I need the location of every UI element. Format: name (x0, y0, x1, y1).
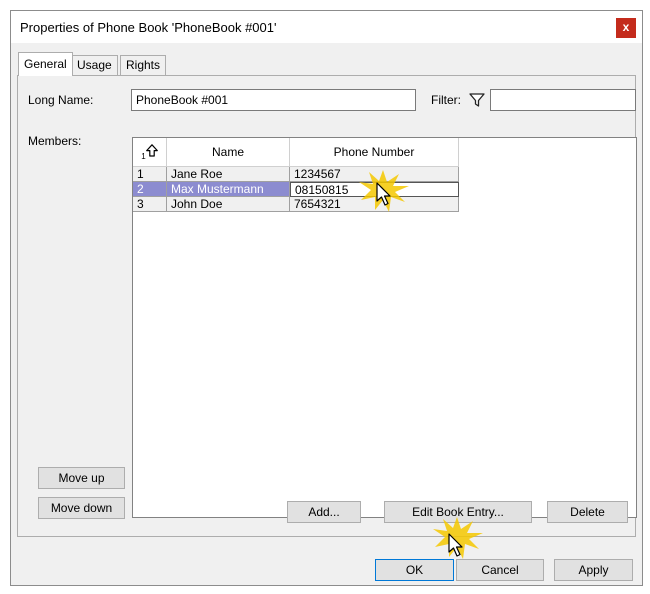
members-grid[interactable]: 1 Name Phone Number 1 Jane Roe 1234567 2… (132, 137, 637, 518)
column-header-name[interactable]: Name (167, 138, 290, 167)
row-3-index[interactable]: 3 (133, 197, 167, 212)
delete-button[interactable]: Delete (547, 501, 628, 523)
close-button[interactable]: x (616, 18, 636, 38)
dialog-title: Properties of Phone Book 'PhoneBook #001… (20, 20, 277, 35)
row-2-index[interactable]: 2 (133, 182, 167, 197)
apply-button[interactable]: Apply (554, 559, 633, 581)
row-1-name[interactable]: Jane Roe (167, 167, 290, 182)
mouse-pointer-icon (376, 182, 391, 206)
ok-button[interactable]: OK (375, 559, 454, 581)
long-name-input[interactable]: PhoneBook #001 (131, 89, 416, 111)
sort-ascending-icon (145, 144, 158, 157)
funnel-icon[interactable] (469, 92, 485, 108)
move-down-button[interactable]: Move down (38, 497, 125, 519)
phone-book-properties-dialog: Properties of Phone Book 'PhoneBook #001… (10, 10, 643, 586)
tab-usage[interactable]: Usage (71, 55, 118, 75)
row-number-header[interactable]: 1 (133, 138, 167, 167)
filter-label: Filter: (431, 93, 461, 107)
row-1-index[interactable]: 1 (133, 167, 167, 182)
long-name-label: Long Name: (28, 93, 94, 107)
tab-general[interactable]: General (18, 52, 73, 76)
mouse-pointer-icon-2 (448, 533, 463, 557)
add-button[interactable]: Add... (287, 501, 361, 523)
members-label: Members: (28, 134, 82, 148)
title-bar[interactable]: Properties of Phone Book 'PhoneBook #001… (11, 11, 642, 43)
row-3-name[interactable]: John Doe (167, 197, 290, 212)
column-header-phone-number[interactable]: Phone Number (290, 138, 459, 167)
general-tab-page: Long Name: PhoneBook #001 Filter: Member… (17, 75, 637, 537)
row-2-name[interactable]: Max Mustermann (167, 182, 290, 197)
cancel-button[interactable]: Cancel (456, 559, 544, 581)
move-up-button[interactable]: Move up (38, 467, 125, 489)
tab-rights[interactable]: Rights (120, 55, 167, 75)
filter-input[interactable] (490, 89, 636, 111)
